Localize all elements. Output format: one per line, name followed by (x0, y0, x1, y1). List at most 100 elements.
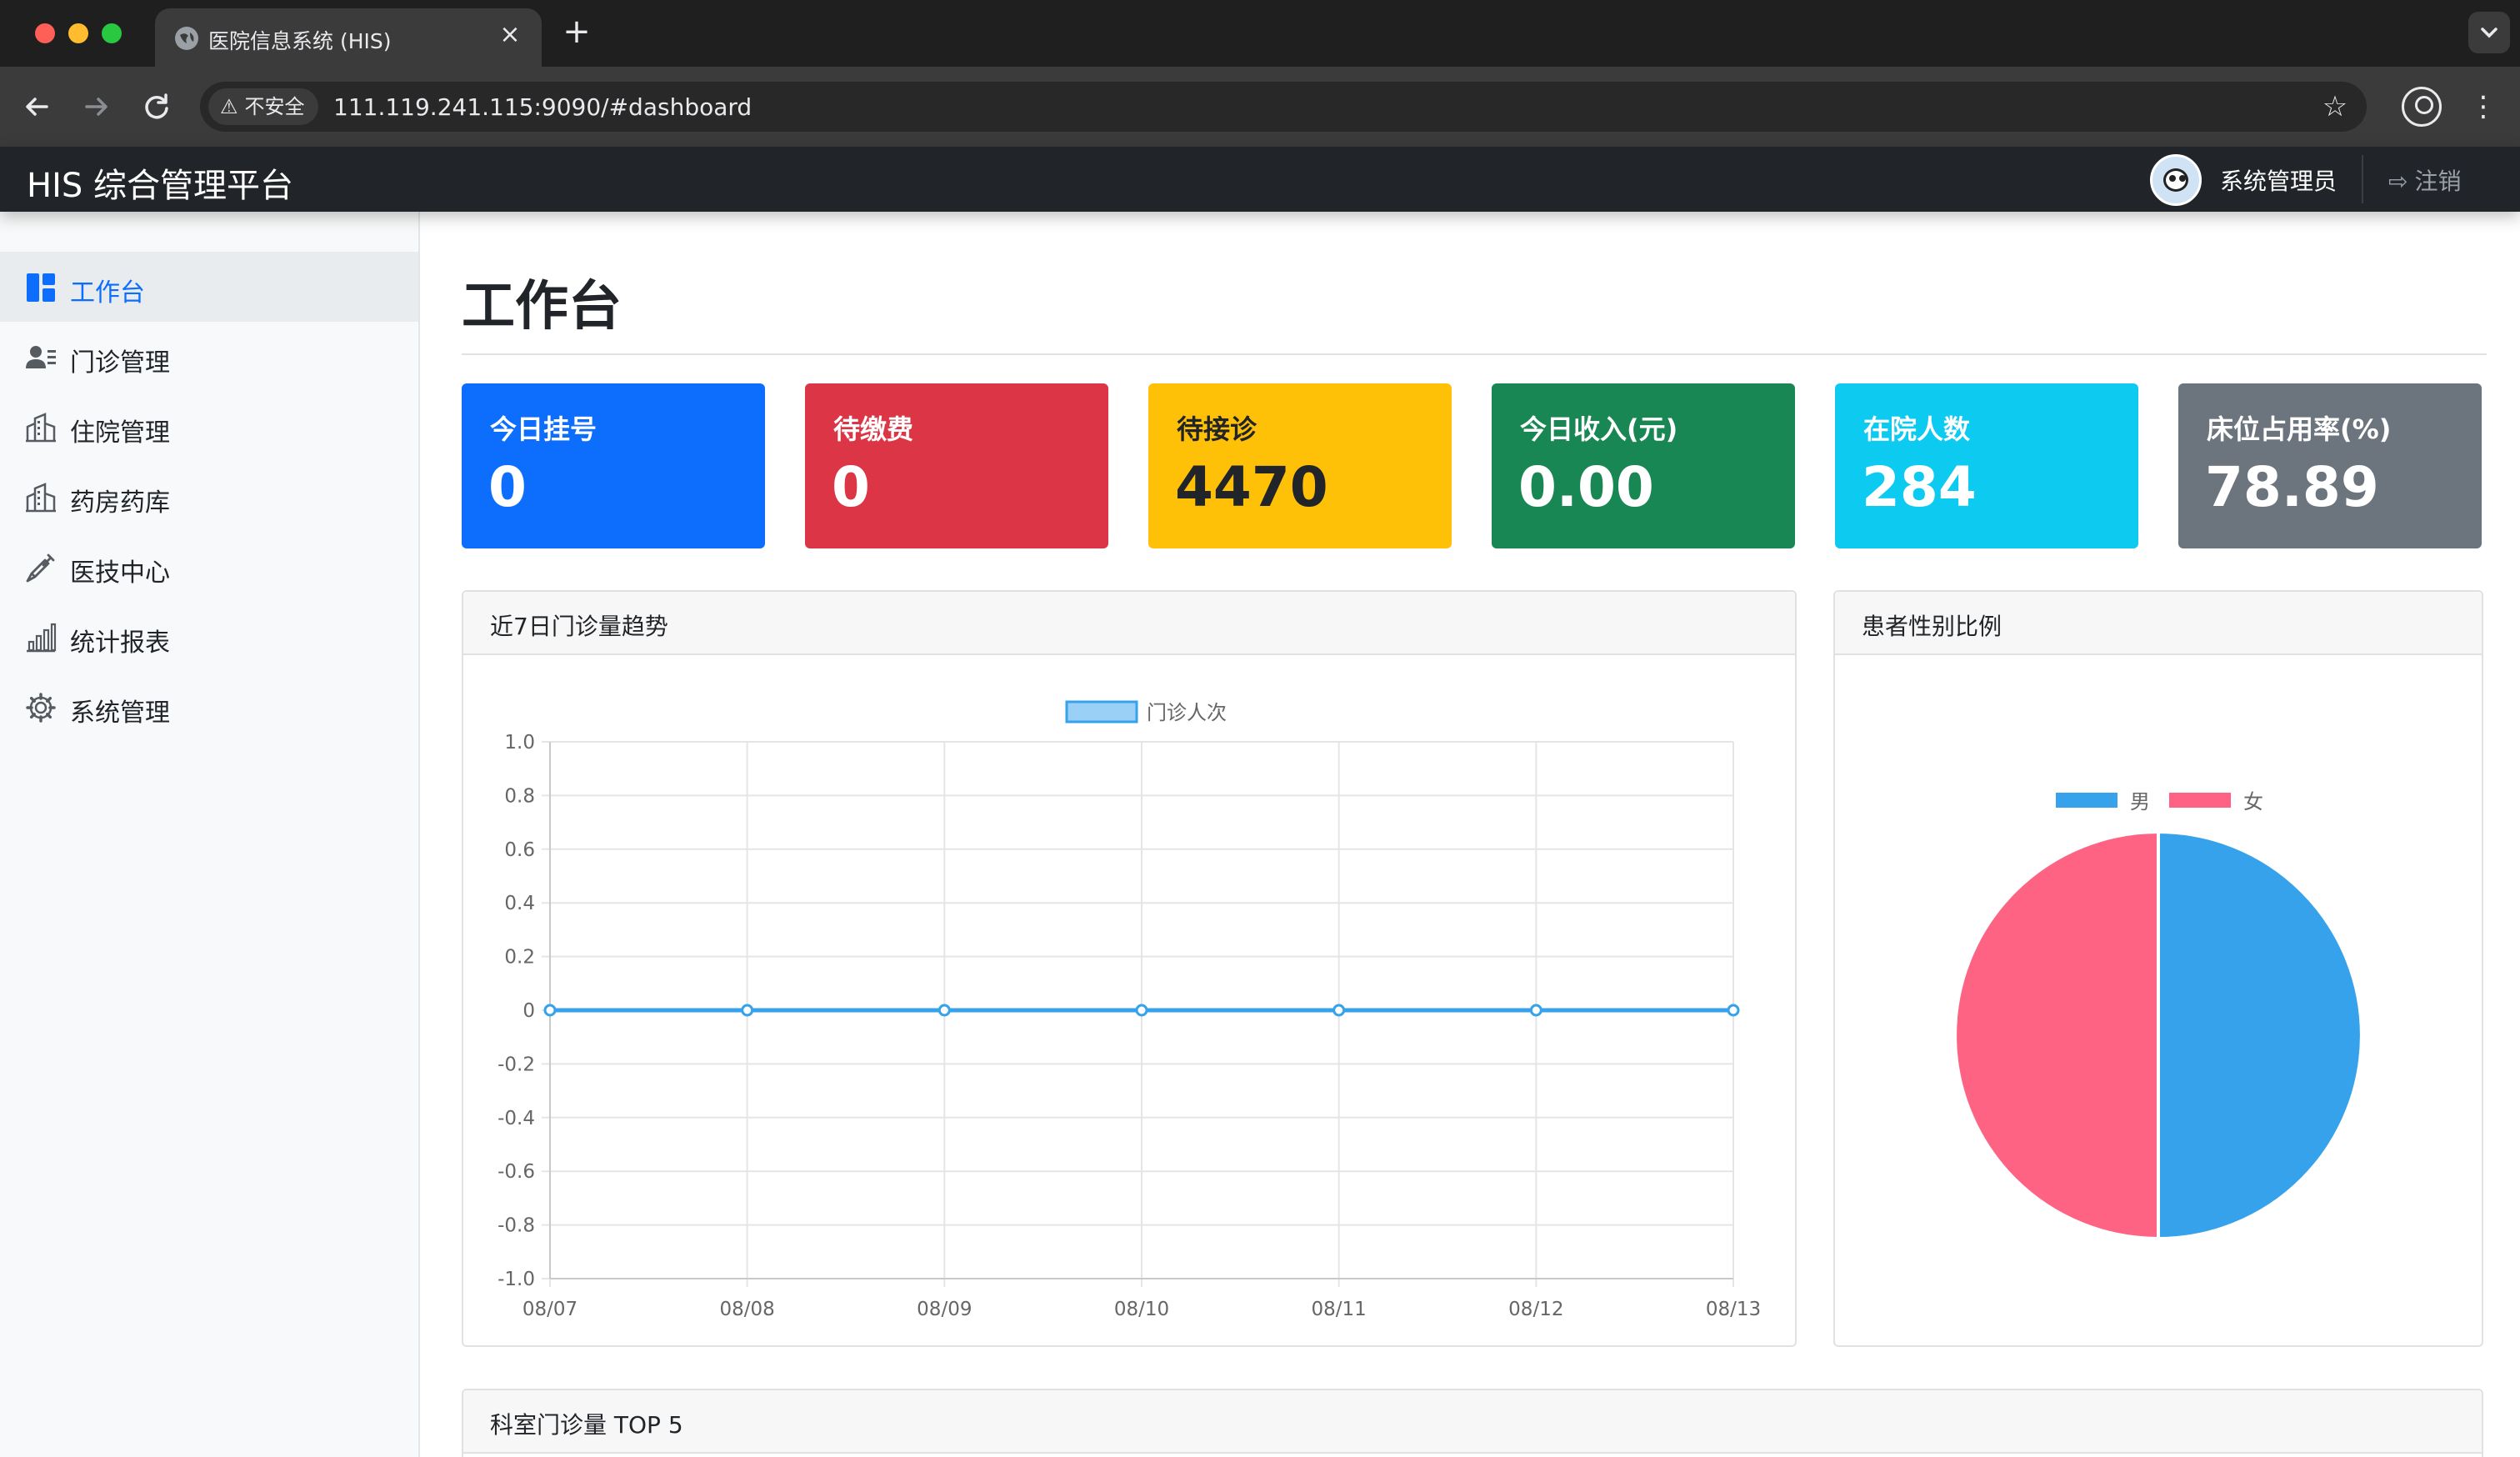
legend-label: 门诊人次 (1147, 701, 1227, 724)
new-tab-button[interactable]: + (558, 13, 595, 50)
stat-value: 0 (832, 455, 870, 519)
url-text[interactable]: 111.119.241.115:9090/#dashboard (333, 93, 752, 121)
x-tick-label: 08/07 (522, 1299, 578, 1320)
arrow-left-icon (26, 98, 48, 116)
sidebar-item-label: 门诊管理 (70, 348, 170, 378)
data-point (543, 1004, 557, 1017)
sidebar: 工作台 门诊管理 住院管理 药房药库 医技中心 统计报表 系统管理 (0, 212, 420, 1457)
logout-button[interactable]: ⇨ 注销 (2388, 163, 2461, 197)
bookmark-star-icon[interactable]: ☆ (2317, 88, 2353, 125)
y-tick-label: 0 (522, 1000, 535, 1022)
users-icon (26, 346, 56, 368)
stat-card-pending-consultation[interactable]: 待接诊 4470 (1148, 383, 1452, 548)
stat-card-today-registrations[interactable]: 今日挂号 0 (462, 383, 765, 548)
y-tick-label: 0.2 (504, 947, 535, 969)
stat-value: 284 (1862, 455, 1977, 519)
address-bar[interactable]: ⚠ 不安全 111.119.241.115:9090/#dashboard ☆ (200, 82, 2367, 132)
x-tick-label: 08/12 (1508, 1299, 1563, 1320)
sidebar-item-label: 工作台 (70, 278, 145, 308)
legend-swatch (2054, 791, 2119, 809)
sidebar-item-outpatient[interactable]: 门诊管理 (0, 322, 418, 392)
sidebar-item-reports[interactable]: 统计报表 (0, 602, 418, 672)
user-name[interactable]: 系统管理员 (2220, 163, 2337, 197)
legend-swatch (1065, 700, 1138, 723)
header-divider (2362, 155, 2363, 203)
browser-tab-active[interactable]: 医院信息系统 (HIS) × (155, 8, 542, 67)
globe-icon (175, 27, 198, 50)
y-tick-label: -1.0 (498, 1269, 535, 1290)
reload-button[interactable] (137, 87, 177, 127)
sidebar-item-label: 医技中心 (70, 558, 170, 588)
security-label: 不安全 (244, 95, 305, 118)
sidebar-item-system[interactable]: 系统管理 (0, 672, 418, 742)
logout-icon: ⇨ (2388, 168, 2408, 195)
line-chart: 门诊人次 1.0 0.8 0.6 0.4 0.2 0 -0.2 -0.4 -0.6 -0.8 -1.0… (498, 700, 1761, 1320)
x-tick-label: 08/08 (720, 1299, 775, 1320)
dashboard-icon (27, 273, 55, 302)
syringe-icon (26, 553, 55, 583)
stat-card-today-income[interactable]: 今日收入(元) 0.00 (1492, 383, 1795, 548)
app-header: HIS 综合管理平台 系统管理员 ⇨ 注销 (0, 147, 2520, 212)
stat-value: 0.00 (1518, 455, 1654, 519)
sidebar-item-inpatient[interactable]: 住院管理 (0, 392, 418, 462)
y-tick-label: -0.4 (498, 1108, 535, 1129)
tab-close-icon[interactable]: × (495, 20, 525, 50)
reload-icon (145, 93, 168, 119)
data-point (741, 1004, 754, 1017)
x-tick-label: 08/13 (1706, 1299, 1761, 1320)
panel-header: 近7日门诊量趋势 (463, 592, 1795, 655)
stat-label: 待缴费 (833, 413, 914, 445)
stat-card-pending-payment[interactable]: 待缴费 0 (805, 383, 1108, 548)
y-tick-label: -0.6 (498, 1161, 535, 1183)
page-title: 工作台 (462, 276, 622, 338)
data-point (1135, 1004, 1148, 1017)
stat-label: 今日挂号 (490, 413, 598, 445)
stat-label: 今日收入(元) (1520, 413, 1678, 445)
stat-label: 在院人数 (1863, 413, 1971, 445)
sidebar-item-label: 系统管理 (70, 698, 170, 728)
pie-slice (2157, 829, 2363, 1241)
logout-label: 注销 (2414, 168, 2462, 195)
pie-chart: 男女 (1953, 790, 2363, 1241)
data-point (938, 1004, 951, 1017)
data-point (1332, 1004, 1346, 1017)
profile-icon[interactable] (2402, 87, 2442, 127)
title-divider (462, 353, 2487, 355)
window-minimize-button[interactable] (68, 23, 88, 43)
panel-header: 患者性别比例 (1835, 592, 2482, 655)
stat-card-bed-occupancy[interactable]: 床位占用率(%) 78.89 (2178, 383, 2482, 548)
stat-label: 床位占用率(%) (2207, 413, 2392, 445)
panel-title: 患者性别比例 (1862, 613, 2002, 640)
chevron-down-icon (2481, 28, 2498, 38)
y-tick-label: -0.2 (498, 1054, 535, 1075)
sidebar-item-pharmacy[interactable]: 药房药库 (0, 462, 418, 532)
window-zoom-button[interactable] (102, 23, 122, 43)
tab-search-button[interactable] (2468, 12, 2510, 53)
building-icon (26, 483, 56, 513)
forward-button[interactable] (77, 87, 117, 127)
back-button[interactable] (17, 87, 57, 127)
sidebar-item-label: 药房药库 (70, 488, 170, 518)
x-tick-label: 08/10 (1114, 1299, 1169, 1320)
browser-menu-icon[interactable]: ⋮ (2467, 85, 2500, 128)
trend-chart-panel: 近7日门诊量趋势 门诊人次 1.0 0.8 0.6 0.4 0.2 0 -0.2 -0.4 -0.… (462, 590, 1797, 1347)
tab-title: 医院信息系统 (HIS) (208, 29, 392, 53)
main-content: 工作台 今日挂号 0 待缴费 0 待接诊 4470 今日收入(元) 0.00 在… (420, 212, 2520, 1457)
brand-title[interactable]: HIS 综合管理平台 (27, 158, 293, 207)
stat-card-inpatients[interactable]: 在院人数 284 (1835, 383, 2138, 548)
window-close-button[interactable] (35, 23, 55, 43)
panel-header: 科室门诊量 TOP 5 (463, 1390, 2482, 1454)
sidebar-item-dashboard[interactable]: 工作台 (0, 252, 418, 322)
data-point (1529, 1004, 1542, 1017)
x-tick-label: 08/09 (917, 1299, 972, 1320)
legend-label: 女 (2243, 790, 2263, 814)
y-tick-label: 0.6 (504, 839, 535, 861)
security-chip[interactable]: ⚠ 不安全 (208, 88, 318, 125)
panel-title: 近7日门诊量趋势 (490, 613, 668, 640)
data-point (1727, 1004, 1740, 1017)
sidebar-item-label: 住院管理 (70, 418, 170, 448)
gender-chart-panel: 患者性别比例 男女 (1833, 590, 2483, 1347)
sidebar-item-medtech[interactable]: 医技中心 (0, 532, 418, 602)
avatar[interactable] (2150, 154, 2202, 206)
sidebar-item-label: 统计报表 (70, 628, 170, 658)
